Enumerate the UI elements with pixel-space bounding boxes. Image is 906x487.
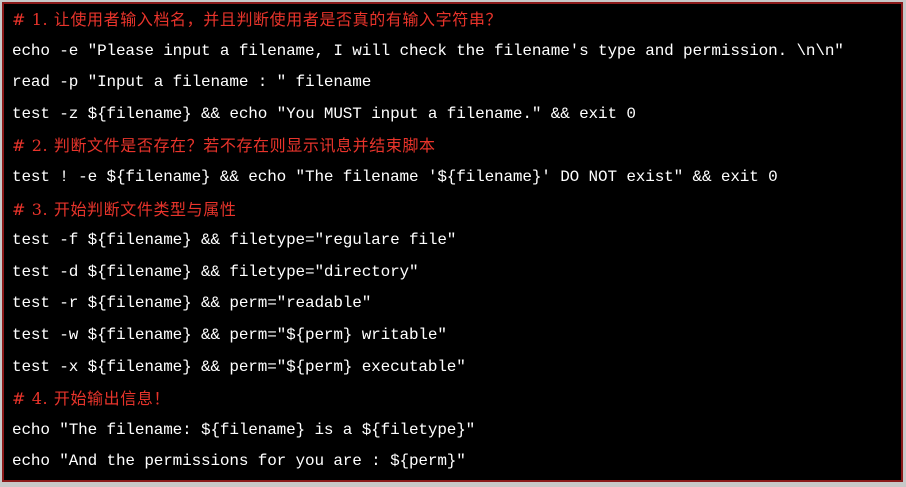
code-block: # 1. 让使用者输入档名，并且判断使用者是否真的有输入字符串？ echo -e… (2, 2, 903, 482)
code-comment-line: # 4. 开始输出信息！ (12, 389, 171, 409)
code-line: test -w ${filename} && perm="${perm} wri… (12, 325, 447, 344)
code-line: echo "And the permissions for you are : … (12, 452, 466, 471)
code-comment-line: # 1. 让使用者输入档名，并且判断使用者是否真的有输入字符串？ (12, 10, 503, 29)
code-line: test -f ${filename} && filetype="regular… (12, 231, 457, 250)
code-line: test -d ${filename} && filetype="directo… (12, 262, 419, 281)
code-line: read -p "Input a filename : " filename (12, 73, 372, 92)
code-comment-line: # 3. 开始判断文件类型与属性 (12, 199, 237, 219)
code-line: test -z ${filename} && echo "You MUST in… (12, 104, 636, 123)
code-line: test ! -e ${filename} && echo "The filen… (12, 167, 778, 186)
code-comment-line: # 2. 判断文件是否存在？若不存在则显示讯息并结束脚本 (12, 136, 436, 156)
code-block-frame: # 1. 让使用者输入档名，并且判断使用者是否真的有输入字符串？ echo -e… (0, 0, 906, 487)
code-line: echo -e "Please input a filename, I will… (12, 41, 844, 60)
code-line: test -r ${filename} && perm="readable" (12, 294, 372, 313)
code-line: test -x ${filename} && perm="${perm} exe… (12, 357, 466, 376)
code-line: echo "The filename: ${filename} is a ${f… (12, 420, 476, 439)
